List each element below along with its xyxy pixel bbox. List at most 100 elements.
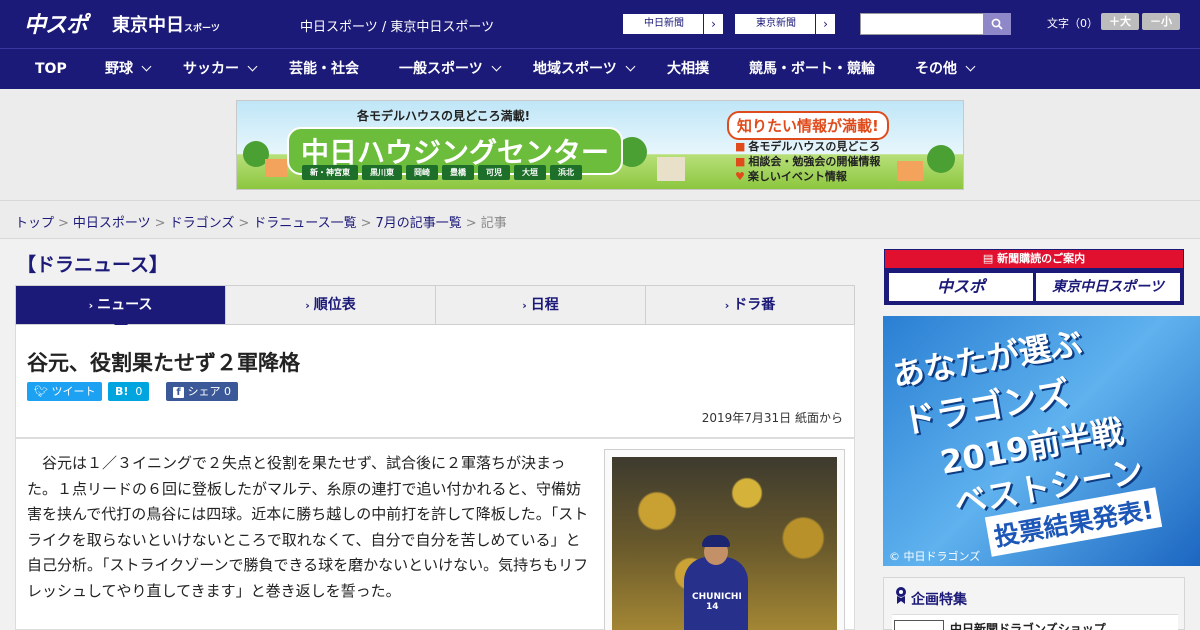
housing-center-banner[interactable]: 各モデルハウスの見どころ満載! 中日ハウジングセンター 新・神宮東 黒川東 岡崎… xyxy=(236,100,964,190)
nav-item-label: 大相撲 xyxy=(667,61,709,77)
banner-city-list: 新・神宮東 黒川東 岡崎 豊橋 可児 大垣 浜北 xyxy=(302,165,582,180)
banner-city: 岡崎 xyxy=(406,165,438,180)
site-title: 中日スポーツ / 東京中日スポーツ xyxy=(300,20,495,35)
breadcrumb-link[interactable]: ドラゴンズ xyxy=(170,216,235,231)
tree-graphic xyxy=(927,145,955,173)
best-scene-promo[interactable]: あなたが選ぶ ドラゴンズ 2019前半戦 ベストシーン 投票結果発表! © 中日… xyxy=(883,316,1200,566)
article-photo: CHUNICHI 14 xyxy=(612,457,837,630)
nav-item-other[interactable]: その他 xyxy=(915,49,976,89)
ribbon-icon xyxy=(896,587,906,604)
nav-item-label: 野球 xyxy=(105,61,133,77)
tab-dora-ban[interactable]: › ドラ番 xyxy=(646,286,854,324)
tab-label: ドラ番 xyxy=(733,297,776,313)
banner-line: ♥ 楽しいイベント情報 xyxy=(735,169,880,184)
chevron-down-icon xyxy=(625,61,636,72)
article-photo-frame[interactable]: CHUNICHI 14 xyxy=(604,449,845,630)
search-button[interactable] xyxy=(983,13,1011,35)
chevron-down-icon xyxy=(965,61,976,72)
main-nav: TOP 野球 サッカー 芸能・社会 一般スポーツ 地域スポーツ 大相撲 競馬・ボ… xyxy=(0,48,1200,89)
promo-copyright: © 中日ドラゴンズ xyxy=(889,550,981,563)
subscription-header-text: 新聞購読のご案内 xyxy=(997,252,1086,265)
chevron-down-icon xyxy=(491,61,502,72)
chevron-down-icon xyxy=(247,61,258,72)
house-graphic xyxy=(897,161,923,181)
ext-link-label: 中日新聞 xyxy=(644,18,684,29)
nav-item-label: その他 xyxy=(915,61,957,77)
tab-schedule[interactable]: › 日程 xyxy=(436,286,646,324)
twitter-icon: 🐦︎ xyxy=(34,385,48,398)
font-larger-button[interactable]: ＋大 xyxy=(1101,13,1139,30)
chunichi-shimbun-link[interactable]: 中日新聞 › xyxy=(622,13,724,35)
article-dateline: 2019年7月31日 紙面から xyxy=(701,411,843,425)
breadcrumb-separator: > xyxy=(154,216,166,231)
chevron-right-icon: › xyxy=(88,299,94,312)
nav-item-label: 芸能・社会 xyxy=(289,61,359,77)
chevron-right-icon: › xyxy=(815,14,835,34)
article-header: 谷元、役割果たせず２軍降格 🐦︎ ツイート B! 0 f シェア 0 2019年… xyxy=(15,325,855,438)
player-jersey: CHUNICHI 14 xyxy=(692,592,742,612)
tab-label: 順位表 xyxy=(313,297,356,313)
chevron-right-icon: › xyxy=(305,299,310,312)
breadcrumb-link[interactable]: ドラニュース一覧 xyxy=(253,216,356,231)
heart-icon: ♥ xyxy=(735,170,745,183)
nav-item-label: 一般スポーツ xyxy=(399,61,483,77)
jersey-text: CHUNICHI xyxy=(692,592,742,602)
banner-line: ■ 各モデルハウスの見どころ xyxy=(735,139,880,154)
breadcrumb: トップ > 中日スポーツ > ドラゴンズ > ドラニュース一覧 >7月の記事一覧 > 記事 xyxy=(15,212,507,231)
nav-item-entertainment[interactable]: 芸能・社会 xyxy=(289,49,359,89)
top-header: 中スポ 東京中日スポーツ 中日スポーツ / 東京中日スポーツ 中日新聞 › 東京… xyxy=(0,0,1200,48)
tokyo-chunichi-subscribe-button[interactable]: 東京中日スポーツ xyxy=(1036,273,1180,301)
hatena-count: 0 xyxy=(135,385,143,398)
nav-item-baseball[interactable]: 野球 xyxy=(105,49,152,89)
breadcrumb-link[interactable]: トップ xyxy=(15,216,54,231)
nav-item-top[interactable]: TOP xyxy=(35,49,67,89)
chevron-right-icon: › xyxy=(703,14,723,34)
jersey-number: 14 xyxy=(706,602,719,612)
breadcrumb-link[interactable]: 中日スポーツ xyxy=(73,216,151,231)
chevron-right-icon: › xyxy=(724,299,730,312)
facebook-share-button[interactable]: f シェア 0 xyxy=(166,382,238,401)
house-graphic xyxy=(265,159,287,177)
tab-news[interactable]: › ニュース xyxy=(16,286,226,332)
feature-item[interactable]: 中日新聞ドラゴンズショップ xyxy=(892,614,1178,630)
search-input[interactable] xyxy=(860,13,984,35)
font-size-label: 文字（0） xyxy=(1047,17,1098,30)
article-body: 谷元は１／３イニングで２失点と役割を果たせず、試合後に２軍落ちが決まった。１点リ… xyxy=(15,438,855,630)
tab-label: ニュース xyxy=(97,297,153,313)
ext-link-label: 東京新聞 xyxy=(756,18,796,29)
hatena-button[interactable]: B! 0 xyxy=(108,382,150,401)
player-cap xyxy=(702,535,730,547)
search-icon xyxy=(991,18,1003,30)
banner-line-text: 相談会・勉強会の開催情報 xyxy=(748,155,881,168)
nav-item-racing[interactable]: 競馬・ボート・競輪 xyxy=(749,49,875,89)
news-tabs: › ニュース › 順位表 › 日程 › ドラ番 xyxy=(15,285,855,332)
subscription-header: ▤ 新聞購読のご案内 xyxy=(885,250,1183,268)
font-smaller-button[interactable]: －小 xyxy=(1142,13,1180,30)
section-title: 【ドラニュース】 xyxy=(17,254,169,276)
banner-line: ■ 相談会・勉強会の開催情報 xyxy=(735,154,880,169)
hatena-icon: B! xyxy=(115,385,129,398)
banner-city: 大垣 xyxy=(514,165,546,180)
tokyo-chunichi-logo[interactable]: 東京中日スポーツ xyxy=(112,11,220,37)
chuspo-subscribe-button[interactable]: 中スポ xyxy=(889,273,1033,301)
tweet-label: ツイート xyxy=(51,385,96,398)
nav-item-sumo[interactable]: 大相撲 xyxy=(667,49,709,89)
newspaper-icon: ▤ xyxy=(982,252,994,265)
facebook-count: 0 xyxy=(224,385,231,398)
tokyo-shimbun-link[interactable]: 東京新聞 › xyxy=(734,13,836,35)
tokyo-chunichi-logo-text: 東京中日 xyxy=(112,15,184,36)
banner-city: 新・神宮東 xyxy=(302,165,358,180)
banner-right-lines: ■ 各モデルハウスの見どころ ■ 相談会・勉強会の開催情報 ♥ 楽しいイベント情報 xyxy=(735,139,880,184)
breadcrumb-separator: > xyxy=(58,216,69,231)
nav-item-soccer[interactable]: サッカー xyxy=(183,49,258,89)
nav-item-local-sports[interactable]: 地域スポーツ xyxy=(533,49,636,89)
nav-item-general-sports[interactable]: 一般スポーツ xyxy=(399,49,502,89)
tweet-button[interactable]: 🐦︎ ツイート xyxy=(27,382,103,401)
nav-item-label: TOP xyxy=(35,61,67,77)
nav-item-label: 地域スポーツ xyxy=(533,61,617,77)
breadcrumb-link[interactable]: 7月の記事一覧 xyxy=(376,216,462,231)
tab-standings[interactable]: › 順位表 xyxy=(226,286,436,324)
chuspo-logo[interactable]: 中スポ xyxy=(24,7,88,39)
house-graphic xyxy=(657,157,685,181)
nav-item-label: 競馬・ボート・競輪 xyxy=(749,61,875,77)
